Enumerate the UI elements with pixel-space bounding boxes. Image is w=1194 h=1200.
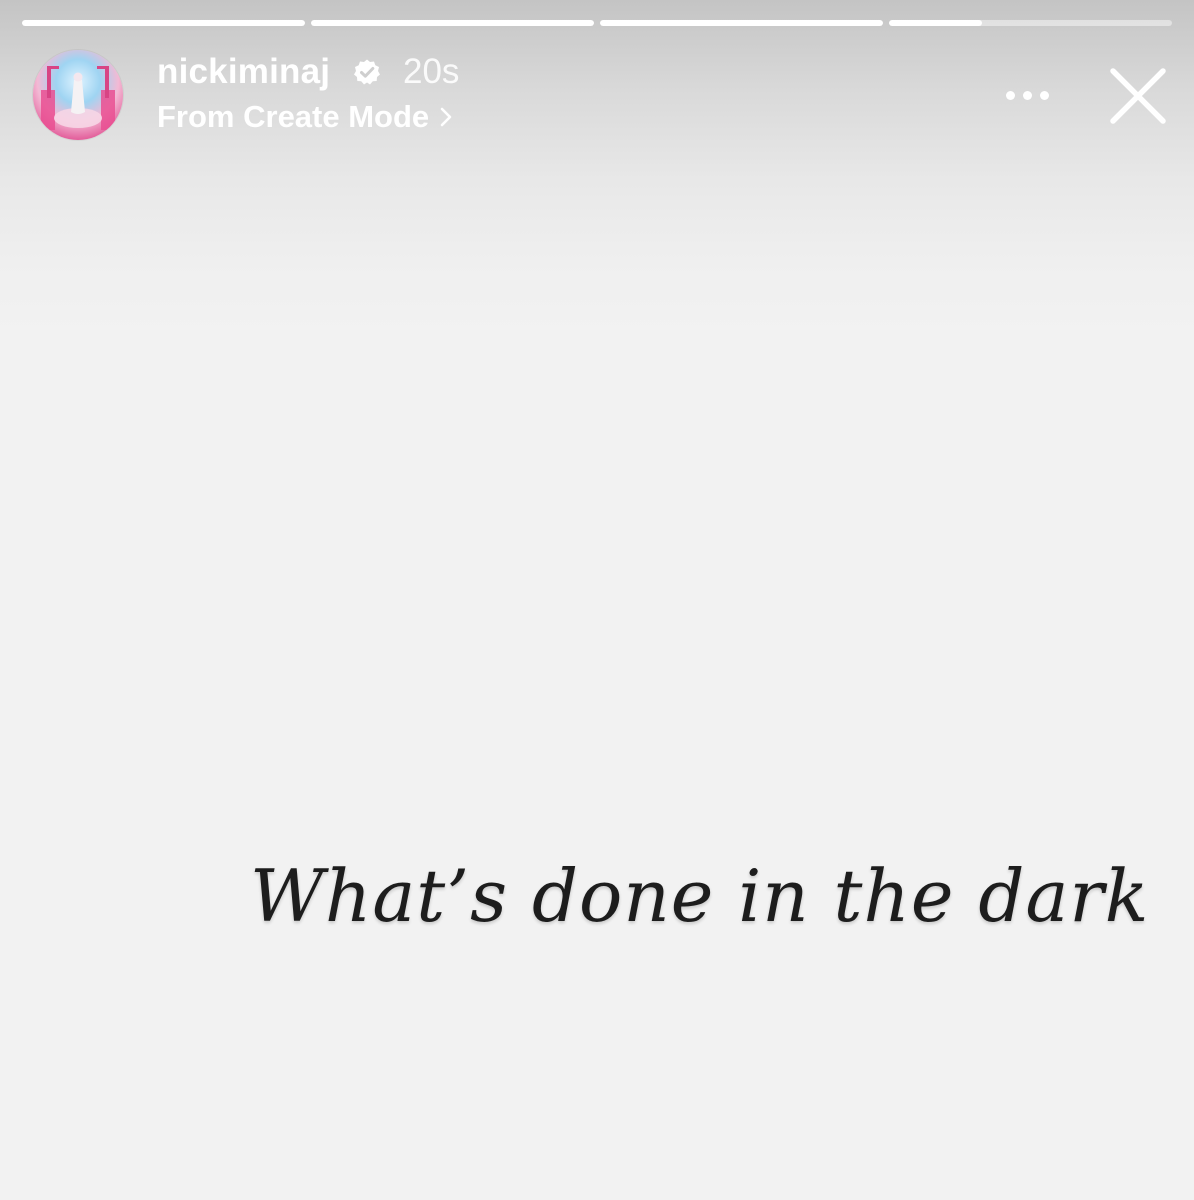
avatar[interactable]	[33, 50, 123, 140]
avatar-image	[41, 66, 115, 130]
chevron-right-icon	[440, 107, 452, 127]
progress-segment	[889, 20, 1172, 26]
username[interactable]: nickiminaj	[157, 51, 330, 93]
more-icon-dot	[1039, 90, 1049, 100]
progress-segment	[22, 20, 305, 26]
story-canvas[interactable]: nickiminaj 20s From Create Mode What’s d…	[0, 0, 1194, 1200]
verified-badge-icon	[354, 59, 380, 85]
story-timestamp: 20s	[403, 52, 460, 91]
create-mode-link[interactable]: From Create Mode	[157, 96, 453, 138]
story-progress-bar	[22, 20, 1172, 27]
progress-segment	[600, 20, 883, 26]
progress-fill	[600, 20, 883, 26]
progress-fill	[889, 20, 983, 26]
more-options-button[interactable]	[998, 78, 1056, 112]
story-caption: What’s done in the dark	[250, 854, 1150, 938]
progress-fill	[311, 20, 594, 26]
more-icon-dot	[1022, 90, 1032, 100]
close-icon[interactable]	[1104, 62, 1172, 130]
progress-fill	[22, 20, 305, 26]
more-icon	[1005, 90, 1015, 100]
progress-segment	[311, 20, 594, 26]
create-mode-label: From Create Mode	[157, 99, 430, 134]
